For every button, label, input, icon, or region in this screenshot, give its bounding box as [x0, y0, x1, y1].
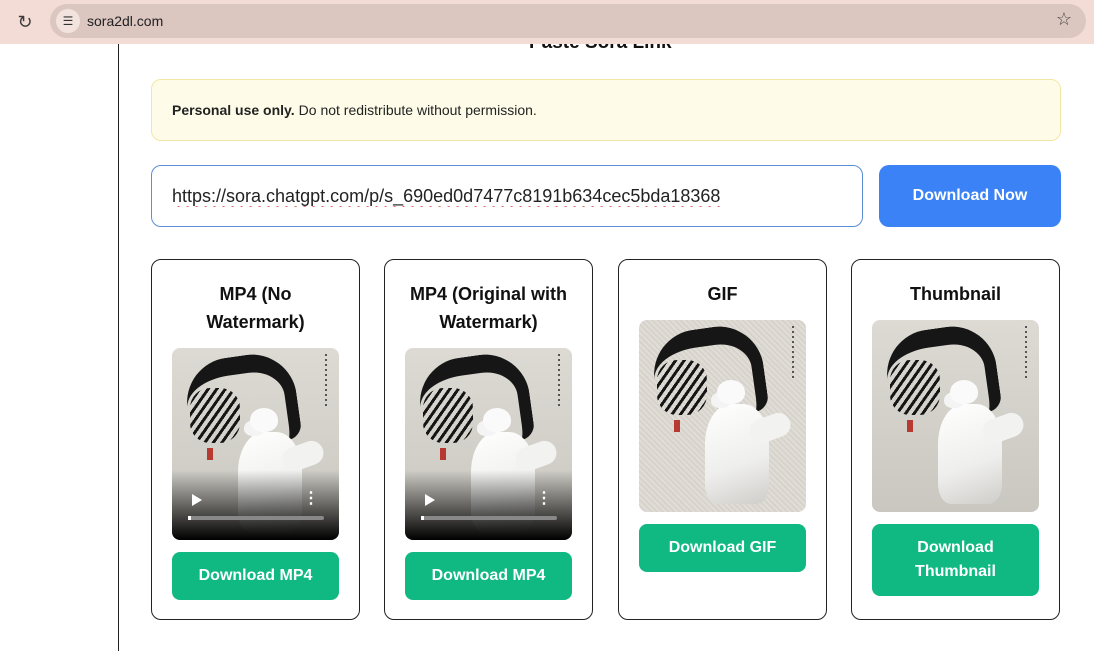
- artwork-vertical-text: [558, 354, 560, 406]
- artwork-vertical-text: [1025, 326, 1027, 378]
- address-url[interactable]: sora2dl.com: [87, 13, 163, 29]
- artwork-streaks: [890, 360, 940, 415]
- personal-use-notice: Personal use only. Do not redistribute w…: [151, 79, 1061, 141]
- download-gif-button[interactable]: Download GIF: [639, 524, 806, 572]
- artwork-seal: [440, 448, 446, 460]
- download-thumbnail-button[interactable]: Download Thumbnail: [872, 524, 1039, 596]
- artwork-streaks: [190, 388, 240, 443]
- card-thumbnail: Thumbnail Download Thumbnail: [851, 259, 1060, 620]
- reload-icon[interactable]: ↻: [14, 11, 36, 33]
- artwork-seal: [674, 420, 680, 432]
- card-mp4-no-watermark: MP4 (No Watermark) ⋮ Download MP4: [151, 259, 360, 620]
- video-player[interactable]: ⋮: [405, 348, 572, 540]
- artwork-streaks: [657, 360, 707, 415]
- card-title: GIF: [707, 284, 738, 304]
- play-icon[interactable]: [192, 494, 202, 506]
- card-title: MP4 (No Watermark): [206, 284, 305, 332]
- page-viewport: Paste Sora Link Personal use only. Do no…: [0, 44, 1094, 651]
- download-mp4-button[interactable]: Download MP4: [405, 552, 572, 600]
- video-player[interactable]: ⋮: [172, 348, 339, 540]
- download-now-button[interactable]: Download Now: [879, 165, 1061, 227]
- card-mp4-original-watermark: MP4 (Original with Watermark) ⋮ Download…: [384, 259, 593, 620]
- section-title: Paste Sora Link: [529, 44, 672, 54]
- more-vertical-icon[interactable]: ⋮: [536, 491, 552, 507]
- address-bar[interactable]: ☰ sora2dl.com ☆: [50, 4, 1086, 38]
- more-vertical-icon[interactable]: ⋮: [303, 491, 319, 507]
- video-controls: ⋮: [405, 480, 572, 540]
- artwork-vertical-text: [792, 326, 794, 378]
- bookmark-star-icon[interactable]: ☆: [1056, 9, 1072, 30]
- card-gif: GIF Download GIF: [618, 259, 827, 620]
- artwork-figure: [934, 380, 1027, 505]
- artwork-streaks: [423, 388, 473, 443]
- video-controls: ⋮: [172, 480, 339, 540]
- gif-preview-image: [639, 320, 806, 512]
- artwork-seal: [907, 420, 913, 432]
- play-icon[interactable]: [425, 494, 435, 506]
- video-progress-bar[interactable]: [421, 516, 557, 520]
- artwork-figure: [701, 380, 794, 505]
- artwork-seal: [207, 448, 213, 460]
- thumbnail-preview-image: [872, 320, 1039, 512]
- video-progress-bar[interactable]: [188, 516, 324, 520]
- notice-bold: Personal use only.: [172, 102, 295, 118]
- card-title: MP4 (Original with Watermark): [409, 284, 567, 332]
- download-mp4-button[interactable]: Download MP4: [172, 552, 339, 600]
- card-title: Thumbnail: [910, 284, 1001, 304]
- notice-text: Do not redistribute without permission.: [298, 102, 537, 118]
- browser-toolbar: ↻ ☰ sora2dl.com ☆: [0, 0, 1094, 44]
- artwork-vertical-text: [325, 354, 327, 406]
- sora-link-input[interactable]: [151, 165, 863, 227]
- site-controls-icon[interactable]: ☰: [56, 9, 80, 33]
